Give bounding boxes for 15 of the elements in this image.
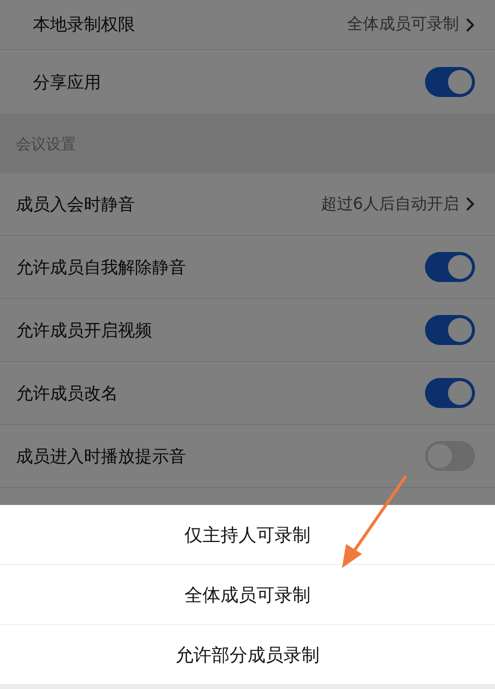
setting-value: 全体成员可录制 (347, 14, 459, 35)
setting-label: 允许成员改名 (16, 382, 118, 404)
setting-label: 成员进入时播放提示音 (16, 446, 186, 468)
setting-label: 成员入会时静音 (16, 194, 135, 216)
setting-label: 允许成员开启视频 (16, 320, 152, 342)
chevron-icon (465, 16, 475, 32)
toggle-switch[interactable] (425, 67, 475, 97)
setting-value: 超过6人后自动开启 (320, 194, 459, 214)
chevron-icon (465, 196, 475, 212)
setting-label: 本地录制权限 (33, 14, 135, 36)
setting-label: 允许成员自我解除静音 (16, 256, 186, 278)
toggle-switch[interactable] (425, 252, 475, 282)
toggle-switch[interactable] (425, 378, 475, 408)
setting-label: 分享应用 (33, 72, 101, 94)
toggle-switch[interactable] (425, 315, 475, 345)
